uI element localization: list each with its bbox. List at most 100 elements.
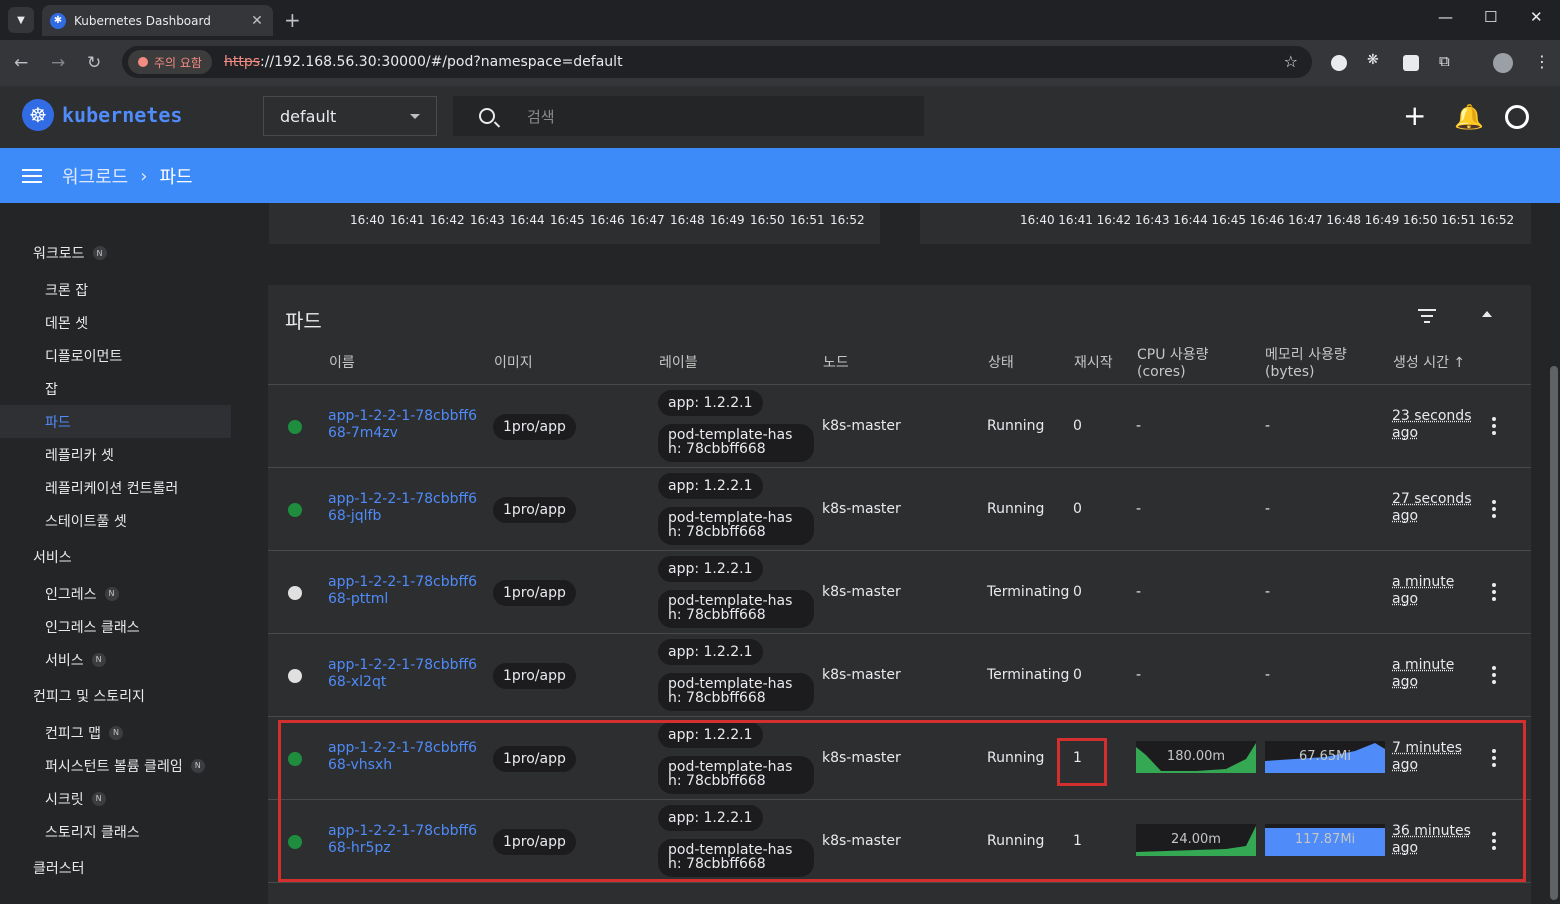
close-window-icon[interactable]: ✕: [1530, 8, 1543, 26]
x-axis-tick-label: 16:47: [1288, 213, 1323, 227]
column-header-restarts[interactable]: 재시작: [1074, 355, 1113, 372]
extension-icon[interactable]: [1331, 55, 1347, 71]
x-axis-tick-label: 16:49: [1364, 213, 1400, 227]
restart-count: 0: [1073, 501, 1082, 517]
table-row[interactable]: app-1-2-2-1-78cbbff668-jqlfb 1pro/app app:…: [268, 468, 1531, 551]
chevron-right-icon: ›: [140, 165, 148, 187]
table-row[interactable]: app-1-2-2-1-78cbbff668-7m4zv 1pro/app app:…: [268, 385, 1531, 468]
breadcrumb-pods: 파드: [159, 167, 193, 188]
sidebar-item-replicationcontrollers[interactable]: 레플리케이션 컨트롤러: [0, 471, 250, 504]
notifications-bell-icon[interactable]: 🔔: [1454, 103, 1484, 131]
profile-avatar[interactable]: [1493, 53, 1513, 73]
memory-usage: -: [1265, 667, 1271, 683]
column-header-cpu[interactable]: CPU 사용량 (cores): [1137, 347, 1237, 381]
sidebar-item-secrets[interactable]: 시크릿 N: [0, 782, 250, 815]
namespaced-badge: N: [91, 652, 106, 667]
security-warning-chip[interactable]: 주의 요함: [128, 50, 212, 74]
sidebar-group-services[interactable]: 서비스: [0, 537, 250, 577]
column-header-image: 이미지: [494, 355, 533, 371]
bookmark-star-icon[interactable]: ☆: [1284, 52, 1298, 71]
forward-icon[interactable]: →: [51, 53, 65, 73]
row-actions-menu-icon[interactable]: [1492, 666, 1496, 687]
pod-name-link[interactable]: app-1-2-2-1-78cbbff668-7m4zv: [328, 408, 483, 442]
node-link[interactable]: k8s-master: [822, 501, 901, 517]
back-icon[interactable]: ←: [14, 53, 28, 73]
search-placeholder: 검색: [527, 107, 555, 126]
omnibar: ← → ↻ 주의 요함 https://192.168.56.30:30000/…: [0, 40, 1560, 86]
browser-menu-icon[interactable]: ⋮: [1534, 52, 1550, 71]
sidebar-item-storageclasses[interactable]: 스토리지 클래스: [0, 815, 250, 848]
sidebar-group-cluster[interactable]: 클러스터: [0, 848, 250, 888]
node-link[interactable]: k8s-master: [822, 584, 901, 600]
create-plus-icon[interactable]: +: [1403, 99, 1426, 132]
collapse-chevron-up-icon[interactable]: [1482, 311, 1492, 317]
x-axis-ticks: 16:40 16:41 16:42 16:43 16:44 16:45 16:46 16:47…: [1020, 213, 1518, 227]
memory-usage-chart-card: 16:40 16:41 16:42 16:43 16:44 16:45 16:46 16:47…: [920, 203, 1531, 244]
pod-name-link[interactable]: app-1-2-2-1-78cbbff668-jqlfb: [328, 491, 483, 525]
memory-usage: -: [1265, 418, 1271, 434]
sidebar-item-ingressclasses[interactable]: 인그레스 클래스: [0, 610, 250, 643]
breadcrumb-workloads[interactable]: 워크로드: [62, 163, 128, 189]
memory-usage: -: [1265, 584, 1271, 600]
column-header-status[interactable]: 상태: [988, 355, 1014, 372]
row-actions-menu-icon[interactable]: [1492, 417, 1496, 438]
sidebar-item-configmaps[interactable]: 컨피그 맵 N: [0, 716, 250, 749]
extension-badge-icon[interactable]: [1403, 55, 1419, 71]
address-bar[interactable]: 주의 요함 https://192.168.56.30:30000/#/pod?…: [122, 46, 1312, 78]
minimize-icon[interactable]: —: [1438, 8, 1453, 26]
created-age: a minute ago: [1392, 574, 1455, 607]
label-chip: app: 1.2.2.1: [658, 639, 763, 665]
close-tab-icon[interactable]: ✕: [249, 13, 265, 29]
sidebar-item-pvcs[interactable]: 퍼시스턴트 볼륨 클레임 N: [0, 749, 250, 782]
column-header-node[interactable]: 노드: [823, 355, 849, 372]
extensions-puzzle-icon[interactable]: ⧉: [1439, 52, 1455, 70]
menu-hamburger-icon[interactable]: [22, 169, 42, 183]
pod-name-link[interactable]: app-1-2-2-1-78cbbff668-pttml: [328, 574, 483, 608]
warning-icon: [138, 57, 148, 67]
sidebar-item-jobs[interactable]: 잡: [0, 372, 250, 405]
column-header-memory[interactable]: 메모리 사용량 (bytes): [1265, 347, 1365, 381]
sidebar-group-workloads[interactable]: 워크로드 N: [0, 233, 250, 273]
account-icon[interactable]: [1505, 105, 1529, 129]
new-tab-icon[interactable]: +: [284, 8, 301, 32]
row-actions-menu-icon[interactable]: [1492, 500, 1496, 521]
restart-count: 0: [1073, 584, 1082, 600]
node-link[interactable]: k8s-master: [822, 667, 901, 683]
namespaced-badge: N: [92, 246, 107, 260]
row-actions-menu-icon[interactable]: [1492, 583, 1496, 604]
browser-tab[interactable]: ✱ Kubernetes Dashboard ✕: [42, 5, 273, 36]
page-scrollbar[interactable]: [1550, 366, 1558, 900]
image-chip: 1pro/app: [493, 497, 576, 523]
sidebar-item-label: 파드: [45, 414, 71, 431]
sidebar-item-deployments[interactable]: 디플로이먼트: [0, 339, 250, 372]
sidebar-item-ingresses[interactable]: 인그레스 N: [0, 577, 250, 610]
sidebar-item-daemonsets[interactable]: 데몬 셋: [0, 306, 250, 339]
reload-icon[interactable]: ↻: [87, 53, 101, 73]
table-row[interactable]: app-1-2-2-1-78cbbff668-pttml 1pro/app app:…: [268, 551, 1531, 634]
table-row[interactable]: app-1-2-2-1-78cbbff668-xl2qt 1pro/app app:…: [268, 634, 1531, 717]
namespace-select[interactable]: default: [263, 96, 437, 136]
x-axis-tick-label: 16:41: [1058, 213, 1093, 227]
tab-search-button[interactable]: ▼: [8, 7, 34, 33]
sidebar-item-label: 스테이트풀 셋: [45, 513, 127, 530]
extension-gear-icon[interactable]: ❋: [1367, 52, 1383, 68]
restart-count: 0: [1073, 418, 1082, 434]
x-axis-tick-label: 16:44: [510, 213, 545, 227]
pod-status-icon: [288, 503, 302, 517]
search-input[interactable]: 검색: [453, 96, 924, 136]
filter-icon[interactable]: [1418, 309, 1436, 327]
sidebar-item-pods[interactable]: 파드: [0, 405, 231, 438]
maximize-icon[interactable]: ☐: [1484, 8, 1497, 26]
column-header-name[interactable]: 이름: [329, 355, 355, 372]
sidebar-item-cronjobs[interactable]: 크론 잡: [0, 273, 250, 306]
node-link[interactable]: k8s-master: [822, 418, 901, 434]
sidebar-item-services[interactable]: 서비스 N: [0, 643, 250, 676]
pod-name-link[interactable]: app-1-2-2-1-78cbbff668-xl2qt: [328, 657, 483, 691]
sidebar-item-statefulsets[interactable]: 스테이트풀 셋: [0, 504, 250, 537]
sidebar-group-config[interactable]: 컨피그 및 스토리지: [0, 676, 250, 716]
image-chip: 1pro/app: [493, 414, 576, 440]
sidebar-item-label: 스토리지 클래스: [45, 824, 140, 841]
column-header-created[interactable]: 생성 시간 ↑: [1393, 355, 1465, 372]
sidebar-item-replicasets[interactable]: 레플리카 셋: [0, 438, 250, 471]
kubernetes-logo[interactable]: ☸ kubernetes: [22, 99, 182, 131]
